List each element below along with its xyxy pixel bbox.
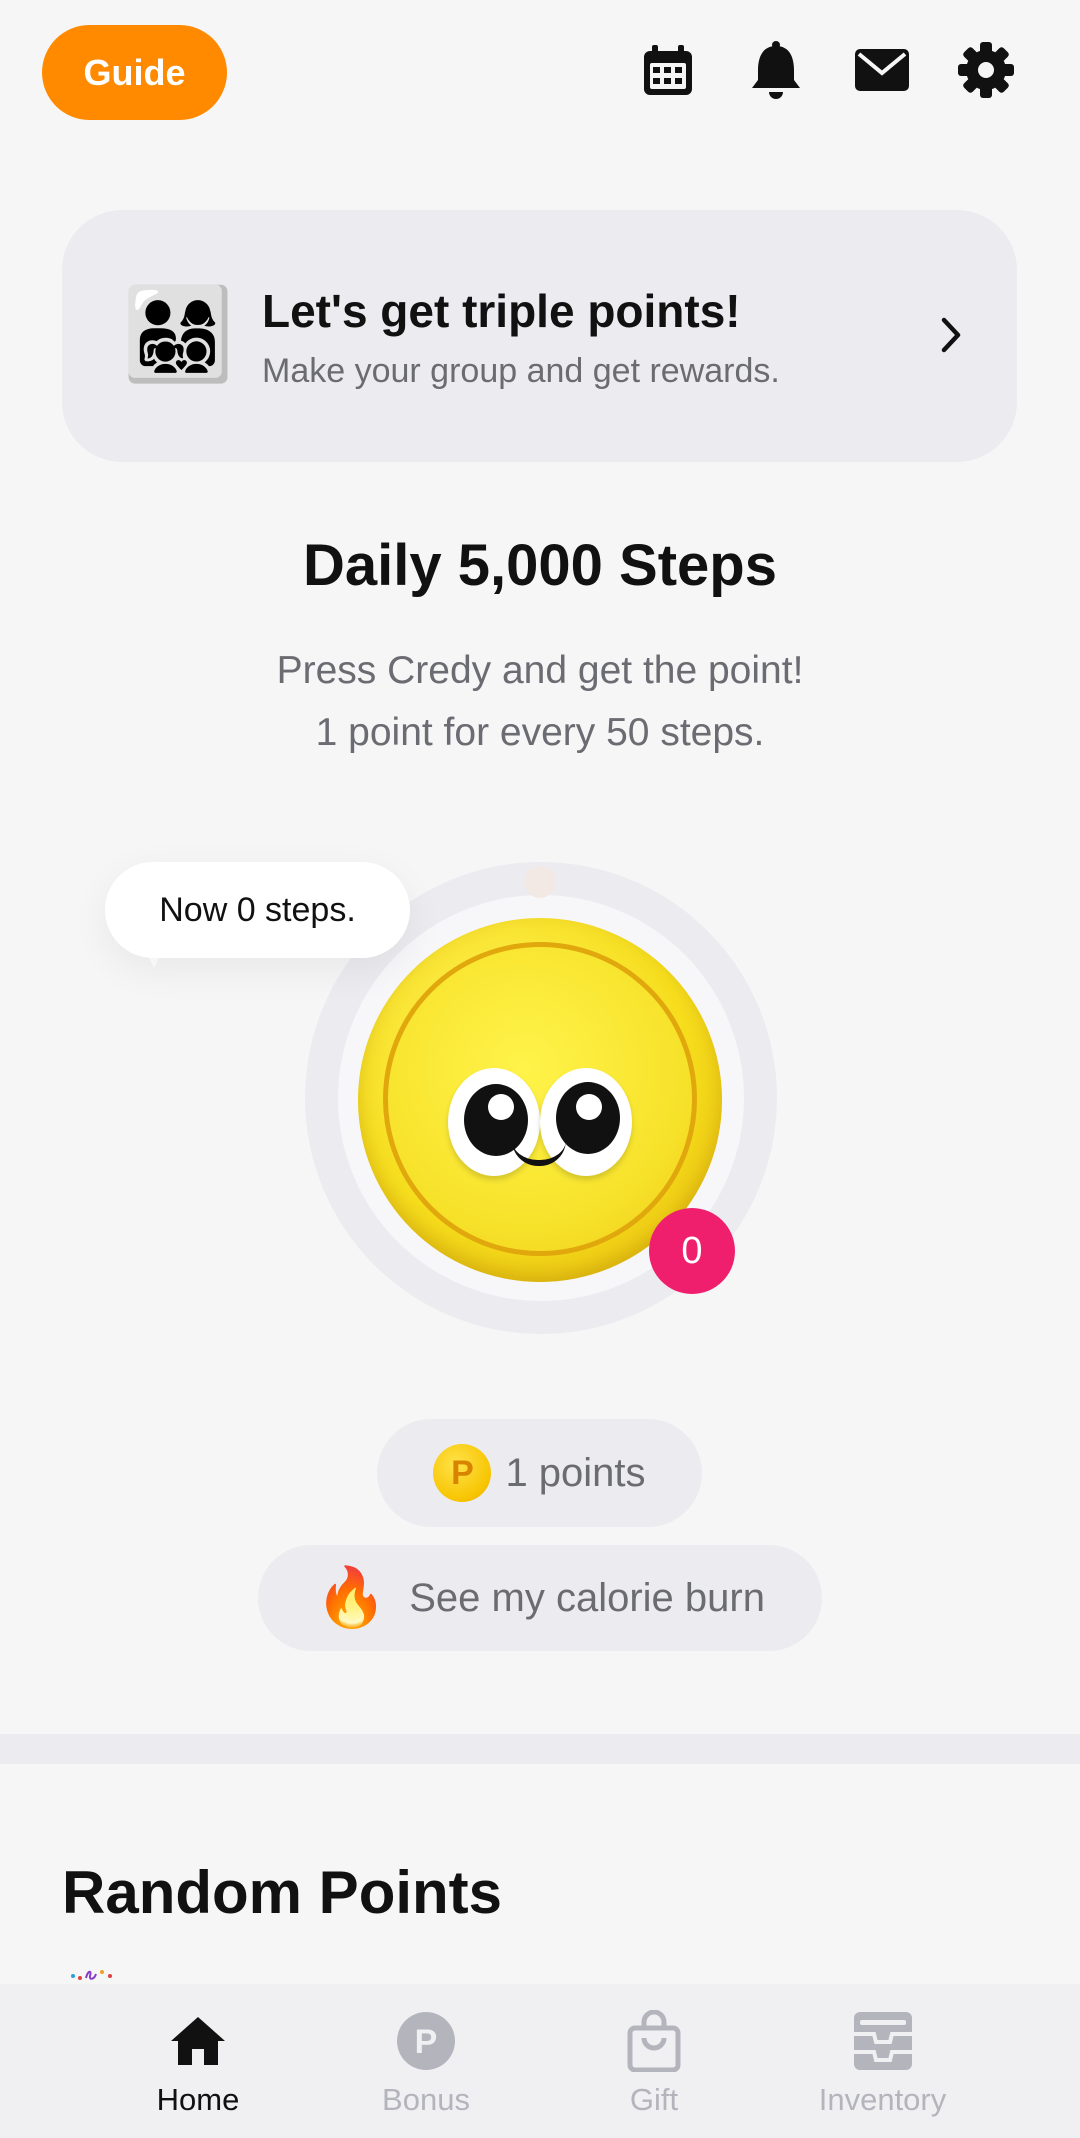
fire-icon: 🔥 [315, 1565, 388, 1630]
nav-label-home: Home [156, 2082, 240, 2117]
credy-coin-face[interactable] [383, 942, 697, 1256]
nav-item-home[interactable]: Home [118, 1984, 278, 2138]
gift-bag-icon [623, 2010, 685, 2072]
calorie-burn-button[interactable]: 🔥 See my calorie burn [258, 1545, 822, 1651]
progress-indicator-dot [524, 866, 556, 898]
right-pupil-shine [576, 1094, 602, 1120]
svg-text:P: P [415, 2023, 438, 2061]
steps-instruction-line-1: Press Credy and get the point! [276, 649, 804, 692]
nav-label-inventory: Inventory [818, 2082, 947, 2117]
promo-title: Let's get triple points! [262, 285, 741, 337]
points-label: 1 points [505, 1450, 646, 1495]
point-coin-icon: P [433, 1444, 492, 1502]
nav-item-gift[interactable]: Gift [574, 1984, 734, 2138]
nav-label-gift: Gift [629, 2082, 679, 2117]
bonus-icon: P [395, 2010, 457, 2072]
random-points-title: Random Points [62, 1859, 503, 1926]
section-divider [0, 1734, 1080, 1764]
chevron-right-icon [927, 310, 977, 360]
mail-icon[interactable] [850, 38, 914, 102]
steps-instruction-line-2: 1 point for every 50 steps. [315, 711, 765, 754]
inventory-icon [852, 2010, 914, 2072]
bell-icon[interactable] [744, 38, 808, 102]
promo-subtitle: Make your group and get rewards. [262, 352, 780, 390]
gear-icon[interactable] [954, 38, 1018, 102]
nav-item-bonus[interactable]: P Bonus [346, 1984, 506, 2138]
home-icon [167, 2010, 229, 2072]
left-pupil-shine [488, 1094, 514, 1120]
daily-steps-title: Daily 5,000 Steps [303, 533, 777, 598]
group-promo-card[interactable]: 👨‍👩‍👧‍👦 Let's get triple points! Make yo… [62, 210, 1017, 462]
calendar-icon[interactable] [636, 38, 700, 102]
calorie-burn-label: See my calorie burn [409, 1575, 765, 1620]
points-pill[interactable]: P 1 points [377, 1419, 702, 1527]
bottom-navigation: Home P Bonus Gift Inventory [0, 1984, 1080, 2138]
guide-button[interactable]: Guide [42, 25, 227, 120]
family-emoji-icon: 👨‍👩‍👧‍👦 [122, 285, 235, 385]
step-point-count-badge: 0 [649, 1208, 735, 1294]
nav-item-inventory[interactable]: Inventory [800, 1984, 965, 2138]
steps-instructions: Press Credy and get the point! 1 point f… [0, 640, 1080, 764]
nav-label-bonus: Bonus [382, 2082, 470, 2117]
steps-speech-bubble: Now 0 steps. [105, 862, 410, 958]
